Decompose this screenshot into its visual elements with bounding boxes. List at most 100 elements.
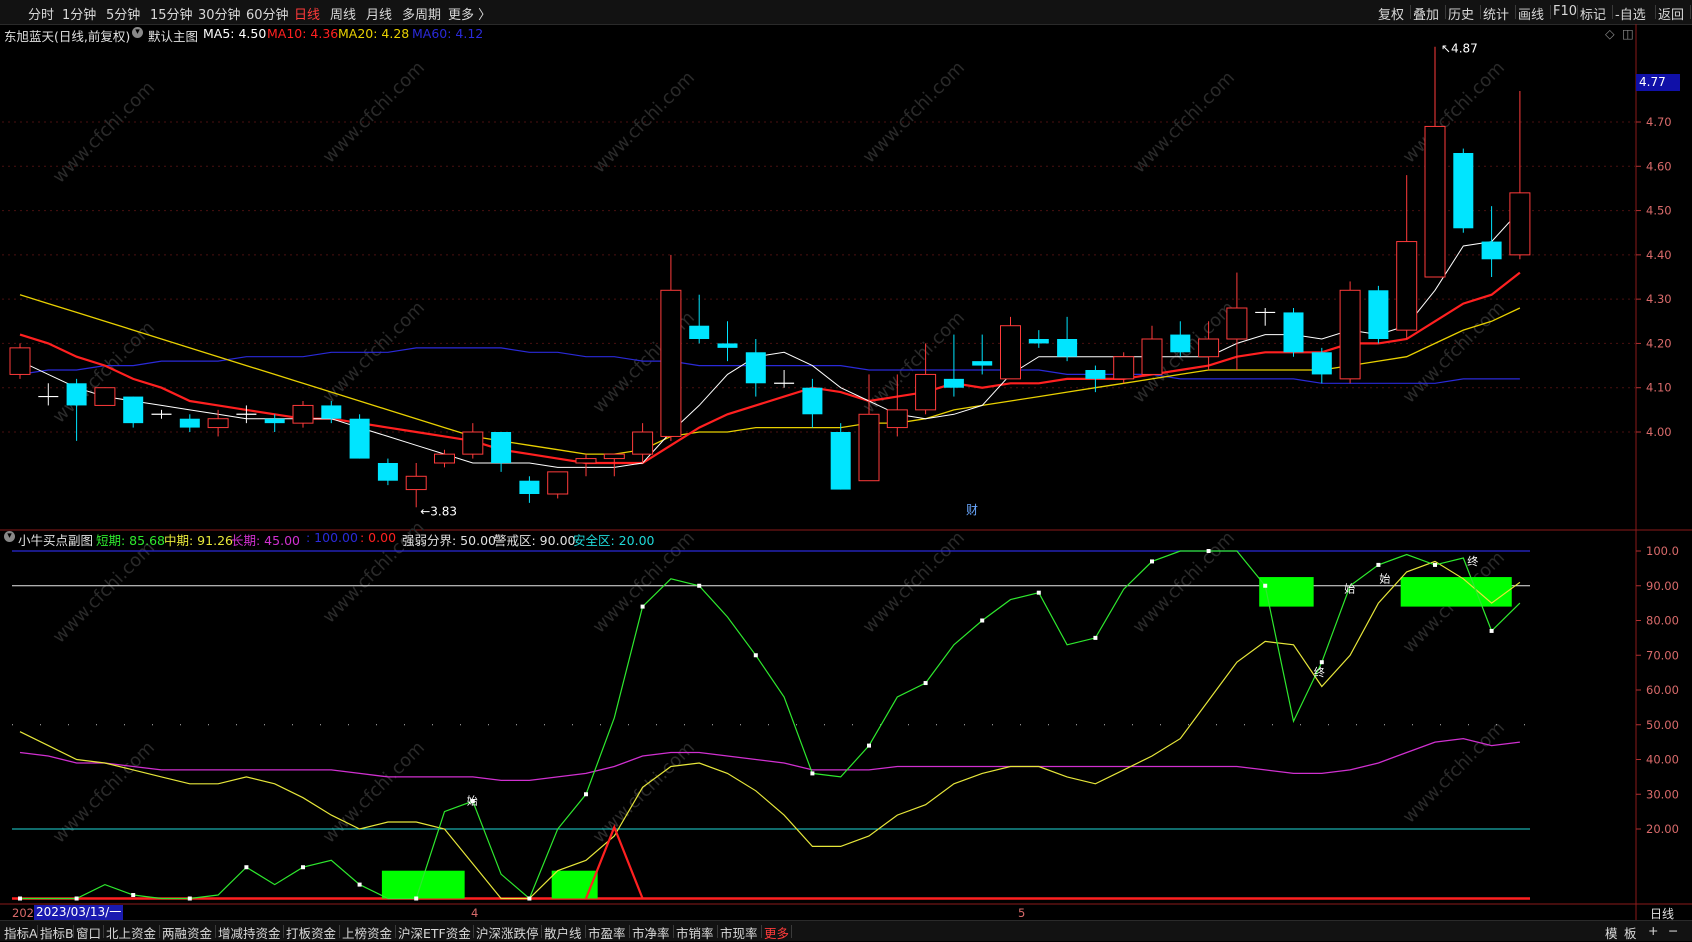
toolbar-separator xyxy=(1410,5,1411,19)
candle-body xyxy=(1141,338,1163,375)
strong-weak-readout: 强弱分界: 50.00 xyxy=(402,533,496,548)
short-dot xyxy=(1150,559,1154,564)
candle-body xyxy=(1453,153,1474,229)
candle-body xyxy=(972,361,993,366)
price-tick-label: 4.40 xyxy=(1646,248,1672,262)
sub-tick-label: 70.00 xyxy=(1646,648,1679,662)
short-dot xyxy=(810,771,815,776)
bottom-right-btn-0[interactable]: 模 xyxy=(1605,923,1618,942)
candle-body xyxy=(1057,339,1078,357)
short-dot xyxy=(1319,660,1324,665)
watermark-text: www.cfchi.com xyxy=(1129,67,1239,177)
bottom-tab-12[interactable]: 市净率 xyxy=(632,923,670,942)
mid-readout: 中期: 91.26 xyxy=(164,533,233,548)
bottom-tab-2[interactable]: 窗口 xyxy=(76,923,101,942)
bottom-tab-3[interactable]: 北上资金 xyxy=(106,923,156,942)
short-dot xyxy=(1206,549,1211,553)
sub-settings-icon[interactable]: ▾ xyxy=(4,531,15,542)
sub-tick-label: 20.00 xyxy=(1646,822,1679,836)
bottom-tab-5[interactable]: 增减持资金 xyxy=(218,923,281,942)
period-tab-9[interactable]: 多周期 xyxy=(402,4,441,23)
candle-body xyxy=(264,418,285,424)
tab-separator xyxy=(37,925,38,938)
candle-body xyxy=(830,432,851,490)
period-tab-6[interactable]: 日线 xyxy=(294,4,320,23)
candle-body xyxy=(1283,312,1304,353)
candle-body xyxy=(575,458,597,464)
chart-area[interactable]: 4.70 4.60 4.50 4.40 4.30 4.20 4.10 4.00 www.cfch… xyxy=(0,24,1692,920)
period-tab-10[interactable]: 更多 〉 xyxy=(448,4,491,23)
candle-body xyxy=(1368,290,1389,339)
short-dot xyxy=(244,865,249,870)
bottom-tab-8[interactable]: 沪深ETF资金 xyxy=(398,923,471,942)
bottom-tab-11[interactable]: 市盈率 xyxy=(588,923,626,942)
toolbar-btn-0[interactable]: 复权 xyxy=(1378,4,1404,23)
bottom-tab-6[interactable]: 打板资金 xyxy=(286,923,336,942)
low-price-marker: ←3.83 xyxy=(420,504,457,518)
short-dot xyxy=(923,681,928,686)
bottom-tab-9[interactable]: 沪深涨跌停 xyxy=(476,923,539,942)
period-tab-3[interactable]: 15分钟 xyxy=(150,4,193,23)
bottom-tab-4[interactable]: 两融资金 xyxy=(162,923,212,942)
toolbar-separator xyxy=(1612,5,1613,19)
tab-separator xyxy=(103,925,104,938)
candle-body xyxy=(1396,241,1418,331)
short-dot xyxy=(527,896,532,901)
toolbar-btn-2[interactable]: 历史 xyxy=(1448,4,1474,23)
year-prefix: 202 xyxy=(12,906,34,920)
candle-body xyxy=(689,325,710,339)
signal-marker: 始 xyxy=(1379,571,1390,585)
toolbar-btn-6[interactable]: 标记 xyxy=(1580,4,1606,23)
short-dot xyxy=(640,604,645,609)
candle-body xyxy=(915,373,937,411)
toolbar-btn-7[interactable]: -自选 xyxy=(1615,4,1646,23)
sub-tick-label: 100.0 xyxy=(1646,544,1679,558)
toolbar-btn-4[interactable]: 画线 xyxy=(1518,4,1544,23)
short-dot xyxy=(187,896,192,901)
bottom-right-btn-3[interactable]: − xyxy=(1668,923,1678,938)
bottom-right-btn-1[interactable]: 板 xyxy=(1624,923,1637,942)
bottom-tab-14[interactable]: 市现率 xyxy=(720,923,758,942)
period-tab-8[interactable]: 月线 xyxy=(366,4,392,23)
short-dot xyxy=(584,792,588,797)
bottom-tab-1[interactable]: 指标B xyxy=(40,923,74,942)
period-tab-0[interactable]: 分时 xyxy=(28,4,54,23)
toolbar-btn-5[interactable]: F10 xyxy=(1553,4,1577,19)
sub-tick-label: 60.00 xyxy=(1646,683,1679,697)
period-tab-4[interactable]: 30分钟 xyxy=(198,4,241,23)
sub-tick-label: 40.00 xyxy=(1646,753,1679,767)
high-price-marker: ↖4.87 xyxy=(1441,42,1478,56)
tab-separator xyxy=(761,925,762,938)
period-tab-1[interactable]: 1分钟 xyxy=(62,4,96,23)
tab-separator xyxy=(339,925,340,938)
short-readout: 短期: 85.68 xyxy=(96,533,165,548)
toolbar-btn-8[interactable]: 返回 xyxy=(1658,4,1684,23)
bottom-tab-7[interactable]: 上榜资金 xyxy=(342,923,392,942)
short-dot xyxy=(980,618,985,623)
tab-separator xyxy=(629,925,630,938)
candle-body xyxy=(547,471,569,495)
period-tab-5[interactable]: 60分钟 xyxy=(246,4,289,23)
bottom-tab-13[interactable]: 市销率 xyxy=(676,923,714,942)
toolbar-btn-3[interactable]: 统计 xyxy=(1483,4,1509,23)
sub-tick-label: 50.00 xyxy=(1646,718,1679,732)
sub-tick-label: 30.00 xyxy=(1646,787,1679,801)
long-line xyxy=(19,737,1520,782)
period-tab-7[interactable]: 周线 xyxy=(330,4,356,23)
signal-marker: 终 xyxy=(1314,665,1325,679)
candle-body xyxy=(1113,356,1135,380)
watermark-text: www.cfchi.com xyxy=(319,57,429,167)
bottom-tab-15[interactable]: 更多 xyxy=(764,923,789,942)
toolbar-separator xyxy=(1690,5,1691,19)
hundred-readout: : 100.00 xyxy=(306,530,358,545)
toolbar-btn-1[interactable]: 叠加 xyxy=(1413,4,1439,23)
bottom-tab-0[interactable]: 指标A xyxy=(4,923,38,942)
candle-body xyxy=(1000,325,1021,380)
period-tab-2[interactable]: 5分钟 xyxy=(106,4,140,23)
mid-line xyxy=(19,560,1521,900)
candle-body xyxy=(1311,352,1332,375)
bottom-right-btn-2[interactable]: + xyxy=(1648,923,1658,938)
bottom-tab-10[interactable]: 散户线 xyxy=(544,923,582,942)
watermark-text: www.cfchi.com xyxy=(589,67,699,177)
short-dot xyxy=(697,583,702,588)
